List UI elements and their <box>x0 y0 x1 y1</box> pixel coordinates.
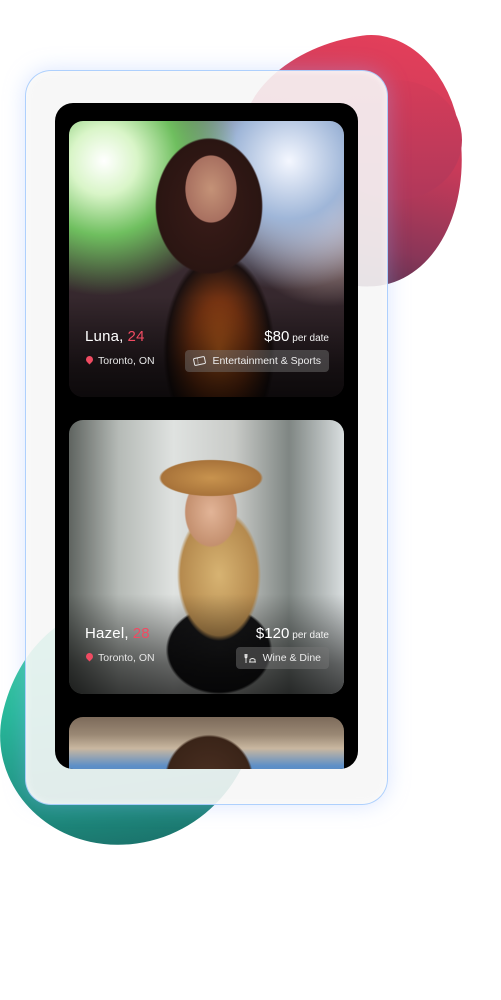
profile-price-row: $80 per date <box>264 328 329 345</box>
profile-location-row: Toronto, ON <box>85 652 155 664</box>
profile-card-partial[interactable] <box>69 717 344 769</box>
category-tag[interactable]: Entertainment & Sports <box>185 350 329 372</box>
dining-icon <box>244 653 257 664</box>
profile-name: Hazel, <box>85 625 129 642</box>
category-label: Wine & Dine <box>262 652 321 664</box>
ticket-icon <box>193 356 207 366</box>
profile-card-luna[interactable]: Luna, 24 Toronto, ON $80 per date Entertai… <box>69 121 344 397</box>
profile-price: $120 <box>255 625 290 642</box>
location-pin-icon <box>85 356 94 367</box>
profile-name-row: Hazel, 28 <box>85 625 150 642</box>
profile-card-hazel[interactable]: Hazel, 28 Toronto, ON $120 per date Wine &… <box>69 420 344 694</box>
profile-location: Toronto, ON <box>98 652 155 664</box>
category-tag[interactable]: Wine & Dine <box>235 647 329 669</box>
profile-age: 24 <box>127 328 145 345</box>
profile-location-row: Toronto, ON <box>85 355 155 367</box>
profile-name-row: Luna, 24 <box>85 328 145 345</box>
profile-price-row: $120 per date <box>256 625 329 642</box>
profile-age: 28 <box>132 625 150 642</box>
location-pin-icon <box>85 653 94 664</box>
category-label: Entertainment & Sports <box>212 355 321 367</box>
profile-price: $80 <box>264 328 290 345</box>
phone-screen: Luna, 24 Toronto, ON $80 per date Entertai… <box>55 103 358 769</box>
photo-overlay <box>69 594 344 694</box>
price-unit: per date <box>292 630 329 641</box>
price-unit: per date <box>292 333 329 344</box>
photo-overlay <box>69 297 344 397</box>
profile-name: Luna, <box>85 328 124 345</box>
profile-location: Toronto, ON <box>98 355 155 367</box>
